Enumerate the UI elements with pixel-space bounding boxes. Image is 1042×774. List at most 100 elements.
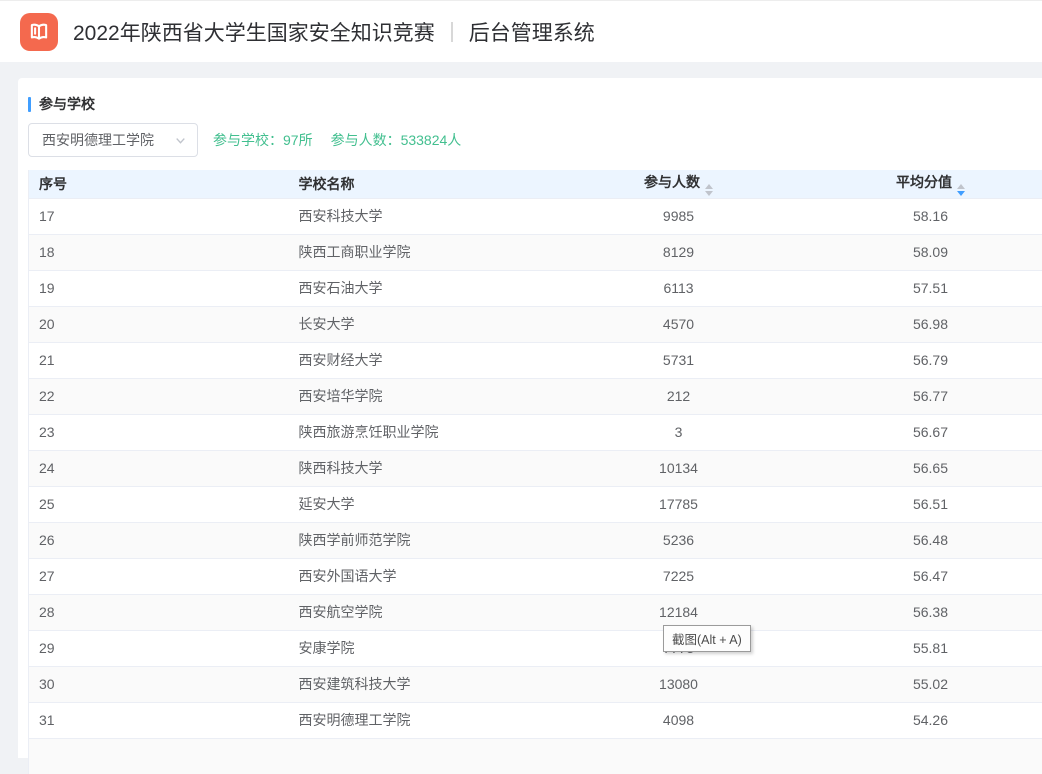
cell-avg-score: 57.51 (819, 270, 1042, 306)
cell-index: 23 (29, 414, 289, 450)
app-header: 2022年陕西省大学生国家安全知识竞赛 后台管理系统 (0, 0, 1042, 62)
cell-school-name: 西安科技大学 (289, 198, 539, 234)
cell-participants: 17785 (539, 486, 819, 522)
cell-avg-score: 56.47 (819, 558, 1042, 594)
cell-index: 18 (29, 234, 289, 270)
stat-school-count-value: 97所 (283, 132, 313, 148)
table-row[interactable]: 27 西安外国语大学 7225 56.47 (29, 558, 1042, 594)
chevron-down-icon (174, 134, 187, 147)
cell-avg-score: 55.81 (819, 630, 1042, 666)
cell-index: 26 (29, 522, 289, 558)
table-row[interactable]: 18 陕西工商职业学院 8129 58.09 (29, 234, 1042, 270)
cell-index: 29 (29, 630, 289, 666)
cell-index: 24 (29, 450, 289, 486)
app-title-sub: 后台管理系统 (469, 17, 595, 47)
column-header-avg-score-label: 平均分值 (896, 174, 952, 190)
cell-participants: 13080 (539, 666, 819, 702)
cell-index: 31 (29, 702, 289, 738)
table-row[interactable]: 31 西安明德理工学院 4098 54.26 (29, 702, 1042, 738)
cell-index: 30 (29, 666, 289, 702)
table-row[interactable]: 25 延安大学 17785 56.51 (29, 486, 1042, 522)
stat-participant-count-value: 533824人 (401, 132, 462, 148)
table-row[interactable]: 28 西安航空学院 12184 56.38 (29, 594, 1042, 630)
cell-school-name: 西安石油大学 (289, 270, 539, 306)
cell-avg-score: 56.77 (819, 378, 1042, 414)
cell-avg-score: 56.48 (819, 522, 1042, 558)
page-title: 2022年陕西省大学生国家安全知识竞赛 后台管理系统 (73, 17, 595, 47)
cell-participants: 7225 (539, 558, 819, 594)
cell-school-name: 西安外国语大学 (289, 558, 539, 594)
schools-table: 序号 学校名称 参与人数 平均分值 17 西安科技大学 9985 58.16 1… (28, 170, 1042, 774)
table-row[interactable]: 23 陕西旅游烹饪职业学院 3 56.67 (29, 414, 1042, 450)
cell-index: 27 (29, 558, 289, 594)
cell-participants: 8129 (539, 234, 819, 270)
stat-participant-count: 参与人数：533824人 (331, 130, 462, 150)
sort-caret-down-icon[interactable] (705, 191, 713, 196)
cell-school-name: 延安大学 (289, 486, 539, 522)
cell-school-name: 陕西工商职业学院 (289, 234, 539, 270)
section-title-accent-bar (28, 97, 31, 112)
column-header-school: 学校名称 (289, 170, 539, 198)
sort-caret-up-icon[interactable] (705, 184, 713, 189)
open-book-icon (26, 19, 52, 45)
cell-school-name: 西安航空学院 (289, 594, 539, 630)
filter-row: 西安明德理工学院 参与学校：97所 参与人数：533824人 (28, 123, 1042, 157)
summary-stats: 参与学校：97所 参与人数：533824人 (213, 130, 461, 150)
cell-participants: 212 (539, 378, 819, 414)
schools-table-header: 序号 学校名称 参与人数 平均分值 (29, 170, 1042, 198)
table-row[interactable]: 24 陕西科技大学 10134 56.65 (29, 450, 1042, 486)
cell-school-name: 西安明德理工学院 (289, 702, 539, 738)
cell-school-name: 西安财经大学 (289, 342, 539, 378)
cell-index: 21 (29, 342, 289, 378)
cell-participants: 3 (539, 414, 819, 450)
table-row-partial (29, 738, 1042, 774)
app-title-main: 2022年陕西省大学生国家安全知识竞赛 (73, 17, 435, 47)
school-select[interactable]: 西安明德理工学院 (28, 123, 198, 157)
column-header-index: 序号 (29, 170, 289, 198)
app-logo (20, 13, 58, 51)
column-header-participants[interactable]: 参与人数 (539, 170, 819, 198)
cell-school-name: 西安建筑科技大学 (289, 666, 539, 702)
table-row[interactable]: 22 西安培华学院 212 56.77 (29, 378, 1042, 414)
cell-participants: 5236 (539, 522, 819, 558)
sort-caret-up-icon[interactable] (957, 184, 965, 189)
sort-carets[interactable] (705, 184, 713, 196)
title-divider (451, 22, 453, 42)
table-row[interactable]: 30 西安建筑科技大学 13080 55.02 (29, 666, 1042, 702)
cell-avg-score: 55.02 (819, 666, 1042, 702)
schools-table-body: 17 西安科技大学 9985 58.16 18 陕西工商职业学院 8129 58… (29, 198, 1042, 774)
column-header-avg-score[interactable]: 平均分值 (819, 170, 1042, 198)
table-row[interactable]: 21 西安财经大学 5731 56.79 (29, 342, 1042, 378)
cell-index: 22 (29, 378, 289, 414)
cell-avg-score: 58.16 (819, 198, 1042, 234)
sort-carets[interactable] (957, 184, 965, 196)
cell-school-name: 西安培华学院 (289, 378, 539, 414)
content-card: 参与学校 西安明德理工学院 参与学校：97所 参与人数：533824人 序号 学… (18, 78, 1042, 758)
cell-participants: 9985 (539, 198, 819, 234)
table-row[interactable]: 26 陕西学前师范学院 5236 56.48 (29, 522, 1042, 558)
cell-school-name: 长安大学 (289, 306, 539, 342)
cell-participants: 6113 (539, 270, 819, 306)
cell-avg-score: 58.09 (819, 234, 1042, 270)
cell-avg-score: 56.67 (819, 414, 1042, 450)
cell-school-name: 安康学院 (289, 630, 539, 666)
table-row[interactable]: 29 安康学院 7778 55.81 (29, 630, 1042, 666)
stat-school-count-label: 参与学校： (213, 132, 283, 148)
section-title-text: 参与学校 (39, 94, 95, 114)
cell-index: 28 (29, 594, 289, 630)
cell-avg-score: 56.38 (819, 594, 1042, 630)
cell-participants: 10134 (539, 450, 819, 486)
cell-index: 19 (29, 270, 289, 306)
cell-participants: 4098 (539, 702, 819, 738)
table-row[interactable]: 20 长安大学 4570 56.98 (29, 306, 1042, 342)
cell-avg-score: 56.79 (819, 342, 1042, 378)
sort-caret-down-icon[interactable] (957, 191, 965, 196)
table-row[interactable]: 19 西安石油大学 6113 57.51 (29, 270, 1042, 306)
cell-participants: 4570 (539, 306, 819, 342)
table-row[interactable]: 17 西安科技大学 9985 58.16 (29, 198, 1042, 234)
cell-school-name: 陕西旅游烹饪职业学院 (289, 414, 539, 450)
cell-school-name: 陕西科技大学 (289, 450, 539, 486)
cell-participants: 5731 (539, 342, 819, 378)
cell-index: 20 (29, 306, 289, 342)
section-title: 参与学校 (28, 96, 1042, 112)
